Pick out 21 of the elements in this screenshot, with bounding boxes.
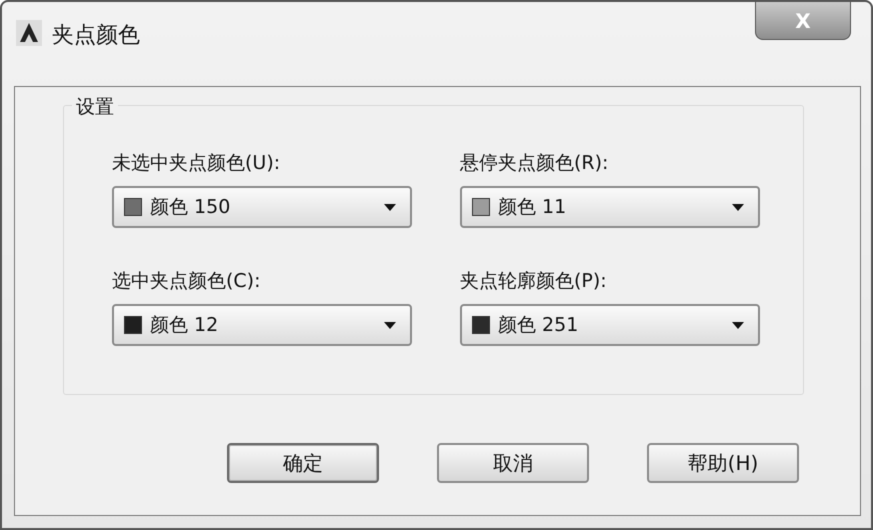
field-label: 悬停夹点颜色(R):: [460, 151, 610, 176]
color-dropdown[interactable]: 颜色 251: [460, 304, 760, 346]
dialog-button[interactable]: 帮助(H): [647, 443, 799, 483]
window-title: 夹点颜色: [52, 22, 140, 50]
dropdown-value: 颜色 251: [498, 313, 580, 338]
dropdown-arrow-icon: [732, 322, 744, 328]
field-label: 夹点轮廓颜色(P):: [460, 269, 608, 294]
dropdown-value: 颜色 11: [498, 195, 568, 220]
color-dropdown[interactable]: 颜色 150: [112, 186, 412, 228]
dropdown-arrow-icon: [384, 322, 396, 328]
triangle-logo-icon: [16, 20, 42, 46]
dropdown-value: 颜色 150: [150, 195, 232, 220]
color-dropdown[interactable]: 颜色 12: [112, 304, 412, 346]
field-label: 选中夹点颜色(C):: [112, 269, 262, 294]
color-dropdown[interactable]: 颜色 11: [460, 186, 760, 228]
dialog-button[interactable]: 确定: [227, 443, 379, 483]
dropdown-arrow-icon: [384, 204, 396, 210]
field-label: 未选中夹点颜色(U):: [112, 151, 282, 176]
dropdown-arrow-icon: [732, 204, 744, 210]
dialog-button[interactable]: 取消: [437, 443, 589, 483]
dropdown-value: 颜色 12: [150, 313, 220, 338]
